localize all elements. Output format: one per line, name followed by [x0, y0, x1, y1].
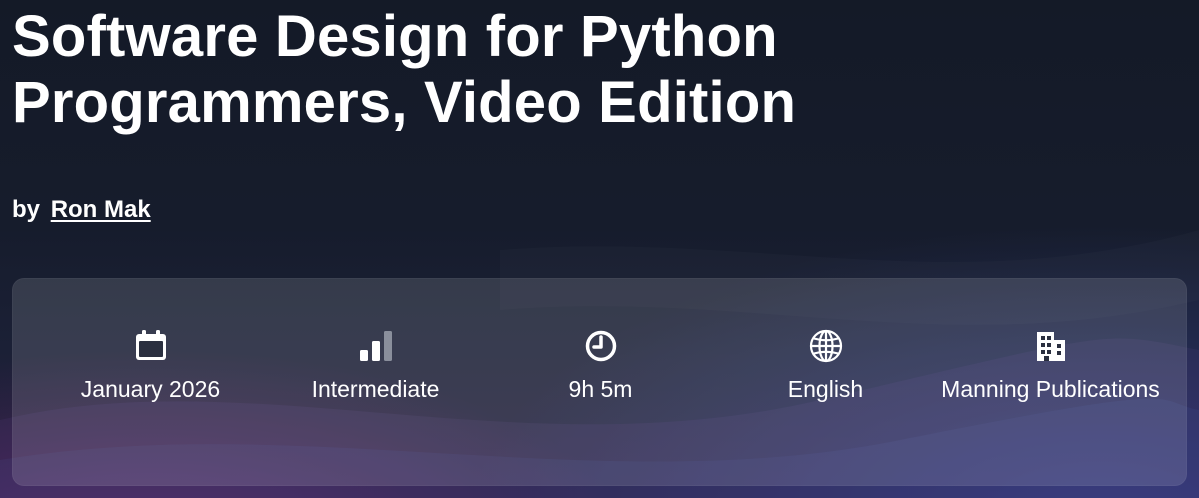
publisher-label: Manning Publications: [941, 376, 1160, 402]
detail-skill-level: Intermediate: [263, 328, 488, 405]
language-label: English: [787, 376, 864, 402]
author-link[interactable]: Ron Mak: [51, 196, 151, 223]
byline: by Ron Mak: [12, 194, 151, 226]
duration-label: 9h 5m: [568, 376, 633, 402]
detail-release-date: January 2026: [38, 328, 263, 405]
clock-icon: [583, 328, 619, 364]
skill-level-icon: [358, 328, 394, 364]
detail-publisher: Manning Publications: [938, 328, 1163, 405]
release-date-label: January 2026: [80, 376, 221, 402]
globe-icon: [808, 328, 844, 364]
skill-level-label: Intermediate: [311, 376, 440, 402]
detail-duration: 9h 5m: [488, 328, 713, 405]
byline-prefix: by: [12, 196, 41, 223]
course-details-card: January 2026 Intermediate 9h 5m English …: [12, 278, 1187, 486]
course-title: Software Design for Python Programmers, …: [12, 4, 797, 135]
detail-language: English: [713, 328, 938, 405]
calendar-icon: [133, 328, 169, 364]
building-icon: [1033, 328, 1069, 364]
